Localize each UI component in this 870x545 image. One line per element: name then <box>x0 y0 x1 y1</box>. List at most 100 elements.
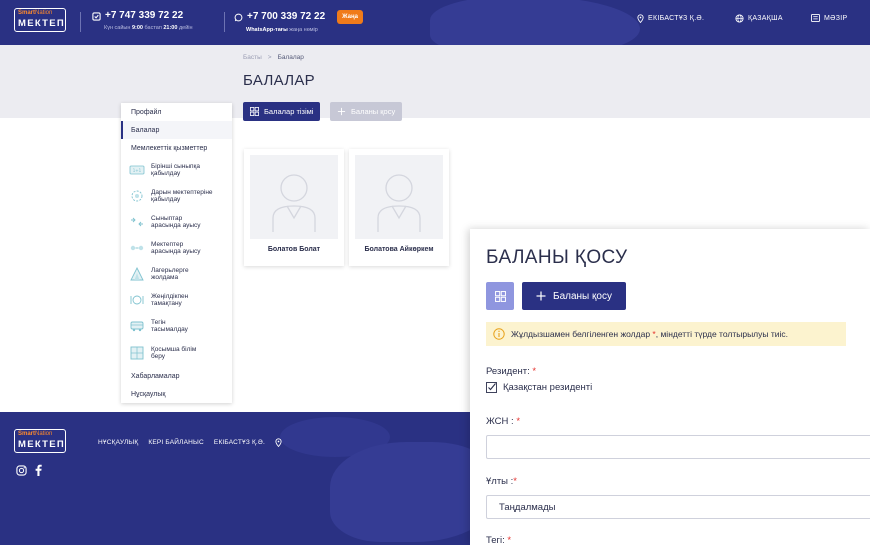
sidebar-item-profile[interactable]: Профайл <box>121 103 232 121</box>
sidebar-service-camps[interactable]: Лагерьлерге жолдама <box>121 261 232 287</box>
breadcrumb: Басты > Балалар <box>243 54 304 61</box>
facebook-icon[interactable] <box>35 464 42 476</box>
surname-label: Тегі: * <box>486 535 512 545</box>
plus-icon <box>536 291 546 301</box>
instagram-icon[interactable] <box>16 464 27 476</box>
sidebar-item-label: Нұсқаулық <box>131 390 166 398</box>
meal-icon <box>128 292 146 308</box>
panel-add-child-button[interactable]: Баланы қосу <box>522 282 626 310</box>
grid-icon <box>494 290 506 302</box>
globe-icon <box>735 14 744 23</box>
phone-icon <box>92 11 101 21</box>
child-name: Болатов Болат <box>267 246 321 253</box>
logo[interactable]: SmartNation МЕКТЕП <box>14 8 66 32</box>
child-card[interactable]: Болатова Айкөркем <box>349 149 449 266</box>
person-placeholder-icon <box>377 174 421 232</box>
phone-hours: Күн сайын 9:00 бастап 21:00 дейін <box>104 25 193 31</box>
gifted-school-icon <box>128 188 146 204</box>
sidebar-service-gifted-schools[interactable]: Дарын мектептеріне қабылдау <box>121 183 232 209</box>
menu-icon <box>811 14 820 22</box>
sidebar-item-label: Мемлекеттік қызметтер <box>131 144 208 152</box>
breadcrumb-current: Балалар <box>277 54 304 61</box>
required-fields-notice: Жұлдызшамен белгіленген жолдар *, міндет… <box>486 322 846 346</box>
svg-text:1+1: 1+1 <box>133 168 142 173</box>
phone-block-1[interactable]: +7 747 339 72 22 Күн сайын 9:00 бастап 2… <box>92 10 193 32</box>
whatsapp-note: WhatsApp-тағы жаңа нөмір <box>246 27 318 33</box>
sidebar-service-school-transfer[interactable]: Мектептер арасында ауысу <box>121 235 232 261</box>
menu-button[interactable]: МӘЗІР <box>811 14 847 22</box>
logo-smart-text: Smart <box>18 10 36 16</box>
logo-main-text: МЕКТЕП <box>18 439 66 450</box>
location-pin-icon <box>275 438 282 447</box>
sidebar-item-label: Профайл <box>131 108 162 116</box>
avatar <box>355 155 443 239</box>
sidebar-service-extra-education[interactable]: Қосымша білім беру <box>121 339 232 367</box>
sidebar-service-class-transfer[interactable]: Сыныптар арасында ауысу <box>121 209 232 235</box>
new-badge: Жаңа <box>337 10 363 24</box>
camp-icon <box>128 266 146 282</box>
iin-label: ЖСН : * <box>486 416 521 427</box>
phone-block-2[interactable]: +7 700 339 72 22 Жаңа WhatsApp-тағы жаңа… <box>234 10 363 34</box>
language-selector[interactable]: ҚАЗАҚША <box>735 14 783 23</box>
sidebar-service-first-grade[interactable]: 1+1 Бірінші сыныпқа қабылдау <box>121 157 232 183</box>
breadcrumb-home[interactable]: Басты <box>243 54 262 61</box>
phone-number-2[interactable]: +7 700 339 72 22 <box>247 11 325 23</box>
tab-add-child-label: Баланы қосу <box>351 107 396 116</box>
tab-children-list[interactable]: Балалар тізімі <box>243 102 321 121</box>
top-navbar: SmartNation МЕКТЕП +7 747 339 72 22 Күн … <box>0 0 870 45</box>
sidebar-item-children[interactable]: Балалар <box>121 121 232 139</box>
sidebar-service-meals[interactable]: Жеңілдікпен тамақтану <box>121 287 232 313</box>
grid-icon <box>250 107 259 116</box>
panel-add-child-label: Баланы қосу <box>553 290 612 302</box>
sidebar-item-gov-services[interactable]: Мемлекеттік қызметтер <box>121 139 232 157</box>
footer-link-feedback[interactable]: КЕРІ БАЙЛАНЫС <box>148 439 204 446</box>
iin-input[interactable] <box>486 435 870 459</box>
header-divider <box>80 12 81 32</box>
info-icon <box>493 328 505 340</box>
footer-link-guide[interactable]: НҰСҚАУЛЫҚ <box>98 439 138 446</box>
tab-add-child[interactable]: Баланы қосу <box>330 102 403 121</box>
footer-links: НҰСҚАУЛЫҚ КЕРІ БАЙЛАНЫС ЕКІБАСТҰЗ Қ.Ә. <box>98 438 282 447</box>
logo-nation-text: Nation <box>35 431 53 437</box>
nationality-select[interactable]: Таңдалмады <box>486 495 870 519</box>
plus-icon <box>337 107 346 116</box>
menu-label: МӘЗІР <box>824 14 848 22</box>
phone-number-1[interactable]: +7 747 339 72 22 <box>105 10 183 22</box>
panel-list-view-button[interactable] <box>486 282 514 310</box>
sidebar-service-transport[interactable]: Тегін тасымалдау <box>121 313 232 339</box>
child-name: Болатова Айкөркем <box>364 246 434 253</box>
tab-children-list-label: Балалар тізімі <box>264 107 314 116</box>
header-map-decoration <box>430 0 640 45</box>
class-transfer-icon <box>128 214 146 230</box>
resident-checkbox-label: Қазақстан резиденті <box>503 382 593 393</box>
footer-social <box>16 464 42 476</box>
resident-label: Резидент: * <box>486 366 537 377</box>
logo-nation-text: Nation <box>35 10 53 16</box>
person-placeholder-icon <box>272 174 316 232</box>
sidebar-item-label: Хабарламалар <box>131 372 180 380</box>
footer-logo[interactable]: SmartNation МЕКТЕП <box>14 429 66 453</box>
bus-icon <box>128 318 146 334</box>
sidebar-item-label: Балалар <box>131 126 160 134</box>
sidebar-item-guide[interactable]: Нұсқаулық <box>121 385 232 403</box>
avatar <box>250 155 338 239</box>
city-label: ЕКІБАСТҰЗ Қ.Ә. <box>648 15 705 22</box>
extra-education-icon <box>128 345 146 361</box>
nationality-selected-value: Таңдалмады <box>499 501 556 513</box>
location-pin-icon <box>637 14 644 23</box>
panel-title: БАЛАНЫ ҚОСУ <box>486 247 628 268</box>
resident-checkbox[interactable]: Қазақстан резиденті <box>486 382 592 393</box>
footer-link-city[interactable]: ЕКІБАСТҰЗ Қ.Ә. <box>214 439 265 446</box>
checkbox-checked-icon[interactable] <box>486 382 497 393</box>
page-title: БАЛАЛАР <box>243 72 315 89</box>
header-divider <box>224 12 225 32</box>
whatsapp-icon <box>234 13 243 21</box>
nationality-label: Ұлты :* <box>486 476 517 487</box>
first-grade-icon: 1+1 <box>128 162 146 178</box>
sidebar: Профайл Балалар Мемлекеттік қызметтер 1+… <box>121 103 232 403</box>
child-card[interactable]: Болатов Болат <box>244 149 344 266</box>
school-transfer-icon <box>128 240 146 256</box>
sidebar-item-messages[interactable]: Хабарламалар <box>121 367 232 385</box>
city-selector[interactable]: ЕКІБАСТҰЗ Қ.Ә. <box>637 14 704 23</box>
language-label: ҚАЗАҚША <box>748 15 783 22</box>
